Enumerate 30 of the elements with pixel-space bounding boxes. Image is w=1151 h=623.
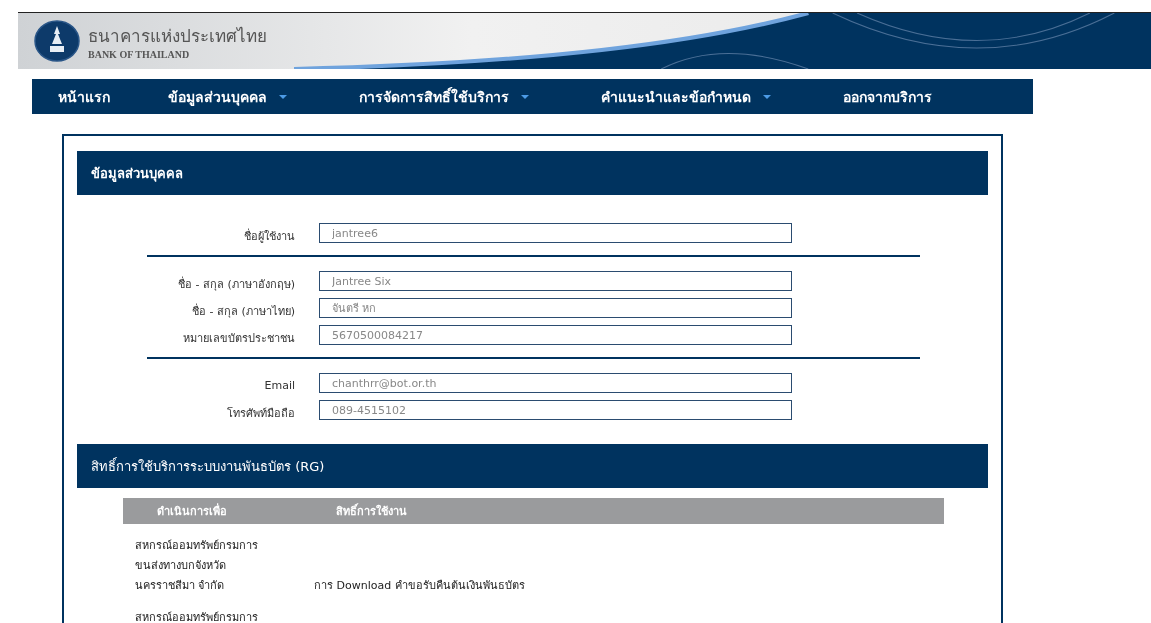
field-label: โทรศัพท์มือถือ — [226, 405, 295, 422]
menu-item[interactable]: คำแนะนำและข้อกำหนด — [565, 85, 807, 108]
bank-name-thai: ธนาคารแห่งประเทศไทย — [88, 25, 267, 48]
menu-item[interactable]: การจัดการสิทธิ์ใช้บริการ — [323, 85, 565, 108]
section-header: สิทธิ์การใช้บริการระบบงานพันธบัตร (RG) — [77, 444, 988, 488]
table-cell-text: สหกรณ์ออมทรัพย์กรมการ — [135, 610, 259, 623]
caret-icon — [763, 94, 771, 99]
caret-icon — [279, 94, 287, 99]
caret-icon — [521, 94, 529, 99]
field-label: ชื่อ - สกุล (ภาษาอังกฤษ) — [176, 275, 295, 293]
menu-item[interactable]: หน้าแรก — [40, 85, 132, 108]
field-label: ชื่อ - สกุล (ภาษาไทย) — [190, 302, 295, 320]
input-field[interactable]: jantree6 — [319, 223, 792, 243]
menu-item[interactable]: ออกจากบริการ — [807, 85, 968, 108]
field-label: ชื่อผู้ใช้งาน — [243, 227, 295, 245]
field-label: Email — [263, 378, 295, 392]
table-cell-text: สหกรณ์ออมทรัพย์กรมการขนส่งทางบกจังหวัดนครราชสีมา จำกัด — [135, 538, 259, 594]
bank-name-english: BANK OF THAILAND — [88, 49, 191, 60]
section-header: ข้อมูลส่วนบุคคล — [77, 151, 988, 195]
column-header: สิทธิ์การใช้งาน — [302, 498, 944, 524]
input-field[interactable]: 5670500084217 — [319, 325, 792, 345]
input-field[interactable]: จันตรี หก — [319, 298, 792, 318]
input-field[interactable]: 089-4515102 — [319, 400, 792, 420]
table-cell: การ Download คำขอรับคืนต้นเงินพันธบัตร — [314, 579, 525, 592]
input-field[interactable]: chanthrr@bot.or.th — [319, 373, 792, 393]
emblem-logo-icon — [34, 20, 80, 62]
field-label: หมายเลขบัตรประชาชน — [182, 330, 295, 347]
column-header: ดำเนินการเพื่อ — [123, 498, 302, 524]
input-field[interactable]: Jantree Six — [319, 271, 792, 291]
menu-item[interactable]: ข้อมูลส่วนบุคคล — [132, 85, 323, 108]
